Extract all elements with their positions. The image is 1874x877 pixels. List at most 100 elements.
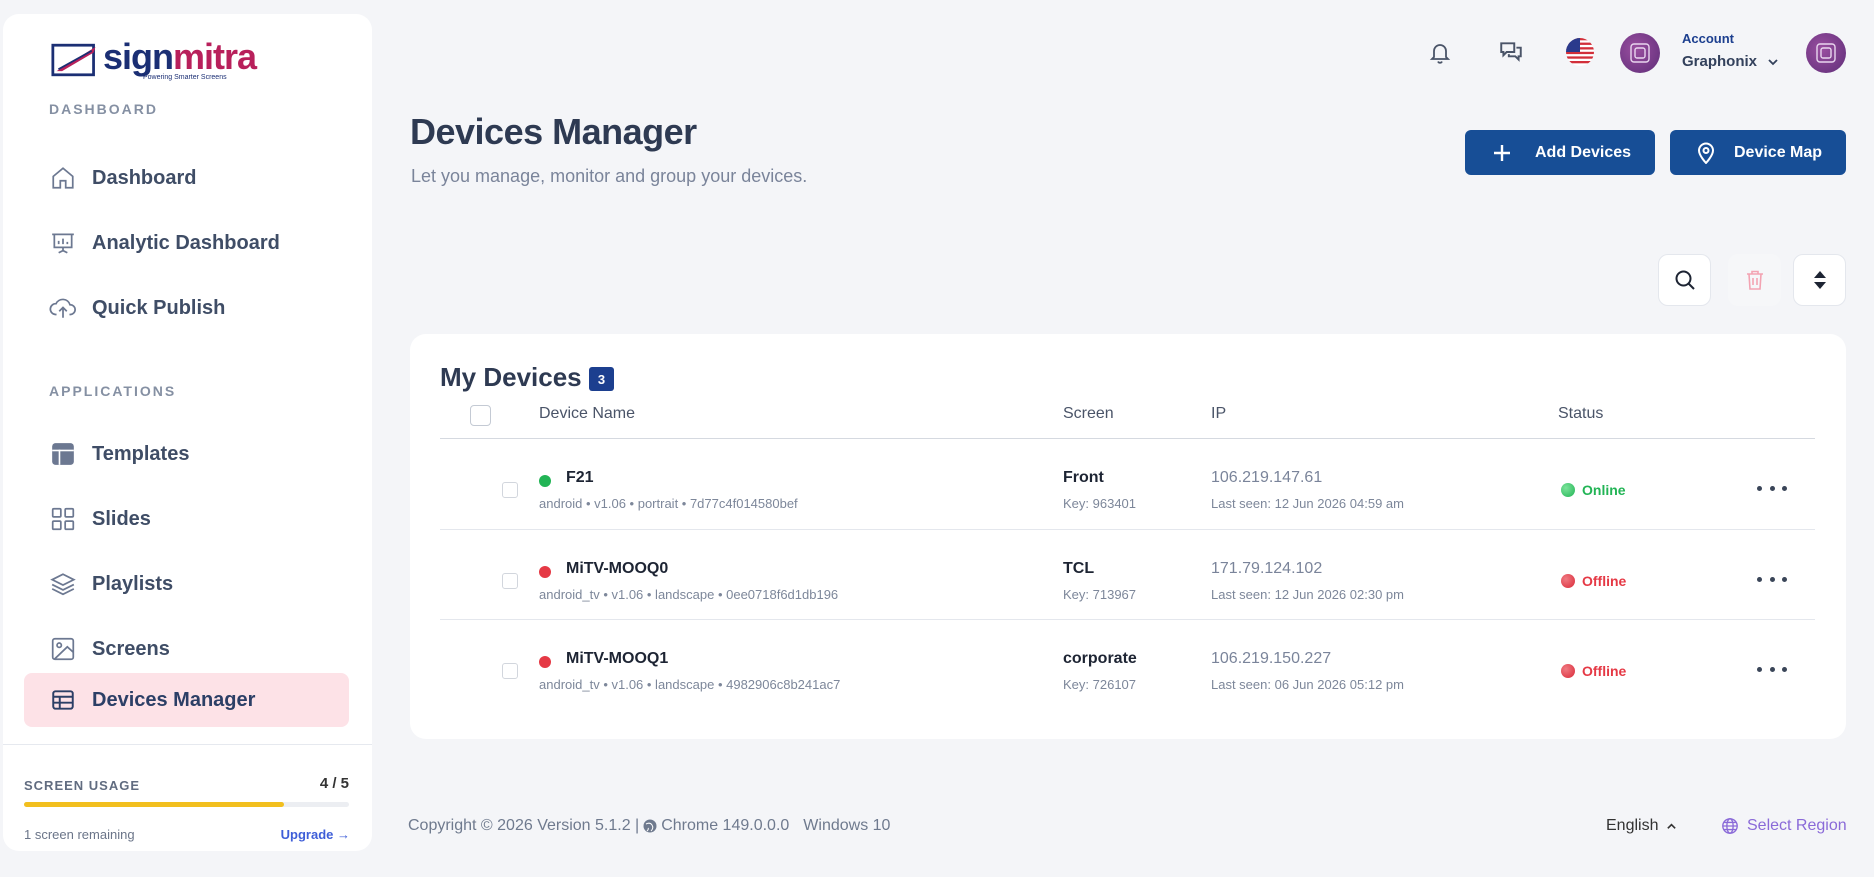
search-button[interactable] — [1658, 254, 1711, 306]
row-more-button[interactable] — [1757, 478, 1787, 498]
sidebar-item-label: Screens — [92, 637, 170, 660]
os-info: Windows 10 — [803, 817, 891, 834]
sidebar-item-templates[interactable]: Templates — [24, 427, 349, 481]
add-devices-button[interactable]: Add Devices — [1465, 130, 1655, 175]
account-label: Account — [1682, 31, 1734, 46]
browser-info: Chrome 149.0.0.0 — [661, 817, 790, 834]
select-region-label: Select Region — [1747, 817, 1847, 834]
connection-dot — [539, 656, 551, 668]
devices-card-title: My Devices — [440, 362, 582, 392]
table-row[interactable]: MiTV-MOOQ0 android_tv • v1.06 • landscap… — [410, 531, 1846, 621]
table-row[interactable]: F21 android • v1.06 • portrait • 7d77c4f… — [410, 440, 1846, 530]
home-icon — [49, 164, 77, 192]
header-divider — [440, 438, 1815, 439]
last-seen: Last seen: 12 Jun 2026 04:59 am — [1211, 496, 1404, 511]
sidebar-item-playlists[interactable]: Playlists — [24, 557, 349, 611]
device-meta: android • v1.06 • portrait • 7d77c4f0145… — [539, 496, 798, 511]
status-text: Offline — [1582, 573, 1627, 589]
chat-icon — [1500, 42, 1522, 62]
more-dot — [1782, 666, 1787, 672]
device-name[interactable]: F21 — [566, 469, 594, 487]
device-map-button[interactable]: Device Map — [1670, 130, 1846, 175]
connection-dot — [539, 475, 551, 487]
copyright-text: Copyright © 2026 Version 5.1.2 | — [408, 817, 640, 834]
avatar-logo-icon — [1630, 43, 1650, 63]
account-menu[interactable]: Account Graphonix — [1682, 31, 1779, 70]
image-icon — [49, 635, 77, 663]
screens-remaining-text: 1 screen remaining — [24, 827, 135, 842]
chevron-down-icon — [1768, 58, 1778, 65]
status-offline-dot — [1561, 664, 1575, 678]
row-more-button[interactable] — [1757, 569, 1787, 589]
row-checkbox[interactable] — [502, 573, 518, 589]
sidebar-item-label: Dashboard — [92, 166, 197, 189]
avatar-logo-icon — [1816, 43, 1836, 63]
section-label-applications: APPLICATIONS — [49, 383, 177, 399]
column-header-device-name[interactable]: Device Name — [539, 405, 635, 423]
brand-name-part2: mitra — [172, 35, 257, 77]
status-badge: Online — [1561, 482, 1626, 498]
device-ip: 171.79.124.102 — [1211, 560, 1323, 577]
workspace-avatar[interactable] — [1620, 33, 1660, 73]
user-avatar[interactable] — [1806, 33, 1846, 73]
logo-mark-icon — [51, 43, 96, 77]
globe-icon — [643, 819, 657, 833]
brand-logo[interactable]: signmitra Powering Smarter Screens — [51, 34, 257, 86]
status-text: Online — [1582, 482, 1626, 498]
language-label: English — [1606, 817, 1659, 834]
more-dot — [1769, 576, 1775, 582]
sidebar-item-devices-manager[interactable]: Devices Manager — [24, 673, 349, 727]
sidebar-item-quick-publish[interactable]: Quick Publish — [24, 281, 349, 335]
sort-button[interactable] — [1793, 254, 1846, 306]
status-badge: Offline — [1561, 573, 1626, 589]
language-selector[interactable]: English — [1606, 817, 1677, 835]
account-name: Graphonix — [1682, 53, 1758, 70]
device-meta: android_tv • v1.06 • landscape • 0ee0718… — [539, 587, 839, 602]
column-header-ip[interactable]: IP — [1211, 405, 1226, 423]
last-seen: Last seen: 12 Jun 2026 02:30 pm — [1211, 587, 1404, 602]
sidebar-item-label: Quick Publish — [92, 296, 226, 319]
add-devices-label: Add Devices — [1535, 143, 1632, 161]
sidebar-item-screens[interactable]: Screens — [24, 622, 349, 676]
device-count-badge: 3 — [589, 367, 614, 391]
screen-usage-bar-fill — [24, 802, 284, 807]
sidebar-item-label: Devices Manager — [92, 688, 256, 711]
sidebar-item-slides[interactable]: Slides — [24, 492, 349, 546]
row-divider — [440, 619, 1815, 620]
row-more-button[interactable] — [1757, 659, 1787, 679]
device-map-label: Device Map — [1734, 143, 1823, 161]
connection-dot — [539, 566, 551, 578]
trash-icon — [1746, 270, 1763, 290]
notifications-button[interactable] — [1426, 38, 1454, 66]
delete-button[interactable] — [1728, 254, 1781, 306]
language-flag-button[interactable] — [1565, 37, 1595, 67]
table-row[interactable]: MiTV-MOOQ1 android_tv • v1.06 • landscap… — [410, 621, 1846, 711]
row-checkbox[interactable] — [502, 482, 518, 498]
more-dot — [1782, 576, 1787, 582]
brand-tagline: Powering Smarter Screens — [142, 73, 227, 81]
select-region-button[interactable]: Select Region — [1721, 817, 1847, 835]
column-header-status[interactable]: Status — [1558, 405, 1603, 423]
messages-button[interactable] — [1497, 38, 1525, 66]
row-checkbox[interactable] — [502, 663, 518, 679]
screen-key: Key: 713967 — [1063, 587, 1137, 602]
page-title: Devices Manager — [410, 111, 697, 152]
status-online-dot — [1561, 483, 1575, 497]
select-all-checkbox[interactable] — [470, 405, 491, 426]
upgrade-link[interactable]: Upgrade → — [281, 827, 350, 842]
sidebar-item-label: Slides — [92, 507, 151, 530]
page-subtitle: Let you manage, monitor and group your d… — [411, 166, 808, 186]
presentation-chart-icon — [49, 229, 77, 257]
column-header-screen[interactable]: Screen — [1063, 405, 1114, 423]
sidebar-item-analytic-dashboard[interactable]: Analytic Dashboard — [24, 216, 349, 270]
brand-name-part1: sign — [102, 35, 174, 77]
device-name[interactable]: MiTV-MOOQ0 — [566, 560, 668, 578]
cloud-upload-icon — [49, 294, 77, 322]
plus-icon — [1490, 141, 1514, 165]
device-name[interactable]: MiTV-MOOQ1 — [566, 650, 668, 668]
more-dot — [1757, 485, 1762, 491]
sidebar-item-label: Analytic Dashboard — [92, 231, 280, 254]
template-icon — [49, 440, 77, 468]
screen-name: Front — [1063, 469, 1104, 486]
sidebar-item-dashboard[interactable]: Dashboard — [24, 151, 349, 205]
